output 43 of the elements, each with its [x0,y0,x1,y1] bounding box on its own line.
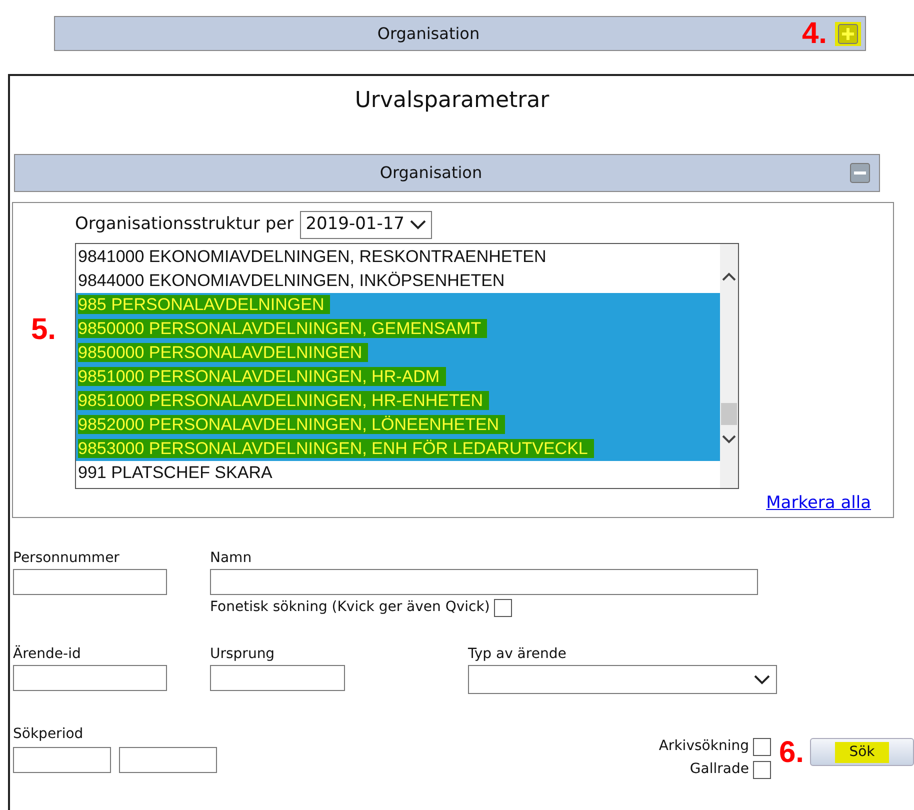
input-field[interactable] [13,569,167,595]
field-label: Ärende-id [13,644,82,664]
structure-label: Organisationsstruktur per [75,213,294,236]
section-header[interactable]: Organisation [14,154,880,192]
annotation-number: 6. [778,734,804,770]
input-field[interactable] [210,665,345,691]
expand-button[interactable] [835,22,861,46]
list-option[interactable]: 9841000 EKONOMIAVDELNINGEN, RESKONTRAENHETEN [76,245,720,269]
chevron-down-icon [410,220,426,230]
collapse-button[interactable] [847,161,873,185]
date-select[interactable]: 2019-01-17 [300,211,432,239]
field-label: Typ av ärende [468,645,568,664]
field-label: Personnummer [13,549,120,568]
select-all-link[interactable]: Markera alla [766,491,871,516]
input-field[interactable] [210,569,758,595]
list-option[interactable]: 9844000 EKONOMIAVDELNINGEN, INKÖPSENHETEN [76,269,720,293]
type-select[interactable] [468,665,777,694]
field-label: Ursprung [210,645,276,664]
annotation-number: 5. [31,313,56,346]
search-button[interactable]: Sök [810,738,914,766]
panel-heading: Urvalsparametrar [354,87,550,115]
field-label: Namn [210,549,253,568]
checkbox-label: Arkivsökning [658,737,749,756]
panel-header[interactable]: Organisation 4. [54,16,866,51]
organisation-listbox[interactable] [75,243,739,489]
annotation-number: 4. [802,16,827,52]
checkbox-label: Gallrade [690,760,749,779]
input-field[interactable] [13,665,167,691]
section-title: Organisation [378,162,484,184]
scrollbar-thumb[interactable] [721,403,737,425]
chevron-down-icon [754,674,770,684]
checkbox[interactable] [752,738,771,756]
list-option[interactable]: 991 PLATSCHEF SKARA [76,461,720,485]
checkbox[interactable] [752,760,771,778]
checkbox[interactable] [494,598,512,616]
input-field[interactable] [119,747,217,773]
checkbox-label: Fonetisk sökning (Kvick ger även Qvick) [210,598,490,617]
field-label: Sökperiod [13,725,84,744]
panel-title: Organisation [376,22,481,44]
chevron-down-icon [722,435,736,444]
input-field[interactable] [13,747,111,773]
scrollbar[interactable] [720,244,738,488]
chevron-up-icon [722,272,736,281]
